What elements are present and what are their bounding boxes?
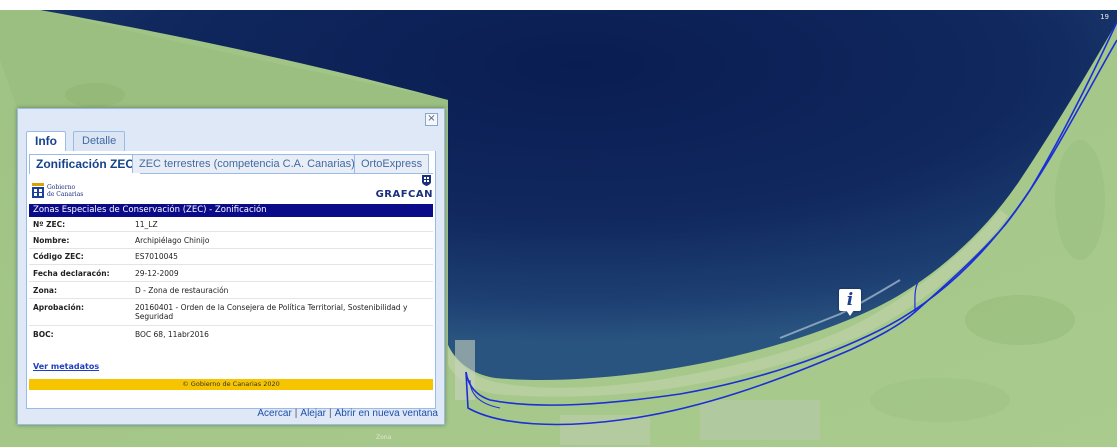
zoom-out-link[interactable]: Alejar xyxy=(300,408,326,419)
field-key: Nombre: xyxy=(33,236,70,245)
popup-content: Zonificación ZEC ZEC terrestres (compete… xyxy=(26,151,436,409)
separator: | xyxy=(328,408,332,419)
table-row: Aprobación: 20160401 - Orden de la Conse… xyxy=(29,299,433,326)
table-row: Nº ZEC: 11_LZ xyxy=(29,217,433,232)
field-value: 11_LZ xyxy=(135,220,158,229)
separator: | xyxy=(294,408,298,419)
info-marker-icon[interactable]: i xyxy=(839,289,861,316)
field-key: Zona: xyxy=(33,286,57,295)
section-title: Zonas Especiales de Conservación (ZEC) -… xyxy=(29,204,433,217)
table-row: Zona: D - Zona de restauración xyxy=(29,282,433,299)
zoom-in-link[interactable]: Acercar xyxy=(257,408,291,419)
field-key: Fecha declaracón: xyxy=(33,269,110,278)
popup-actions: Acercar | Alejar | Abrir en nueva ventana xyxy=(257,408,438,419)
attribute-table: Nº ZEC: 11_LZ Nombre: Archipiélago Chini… xyxy=(29,217,433,343)
close-icon[interactable]: × xyxy=(425,113,438,126)
metadata-link[interactable]: Ver metadatos xyxy=(33,362,99,371)
table-row: Código ZEC: ES7010045 xyxy=(29,249,433,265)
inner-tab-bar: Zonificación ZEC ZEC terrestres (compete… xyxy=(29,153,433,174)
tab-detalle[interactable]: Detalle xyxy=(73,131,126,151)
table-row: Fecha declaracón: 29-12-2009 xyxy=(29,265,433,282)
outer-tab-bar: Info Detalle xyxy=(26,130,436,152)
tab-zonificacion-zec[interactable]: Zonificación ZEC xyxy=(29,154,142,174)
field-key: Aprobación: xyxy=(33,303,84,312)
field-value: D - Zona de restauración xyxy=(135,286,229,295)
logo-bar: Gobierno de Canarias GRAFCAN xyxy=(29,174,433,203)
shield-icon xyxy=(422,175,431,186)
field-key: Nº ZEC: xyxy=(33,220,66,229)
field-value: 29-12-2009 xyxy=(135,269,179,278)
field-key: BOC: xyxy=(33,330,54,339)
table-row: BOC: BOC 68, 11abr2016 xyxy=(29,326,433,343)
tab-info[interactable]: Info xyxy=(26,131,66,152)
tab-ortoexpress[interactable]: OrtoExpress xyxy=(354,154,430,173)
tab-zec-terrestres[interactable]: ZEC terrestres (competencia C.A. Canaria… xyxy=(132,154,362,173)
copyright-footer: © Gobierno de Canarias 2020 xyxy=(29,379,433,390)
map-place-label: Zona xyxy=(376,434,392,441)
field-value: BOC 68, 11abr2016 xyxy=(135,330,209,339)
field-value: ES7010045 xyxy=(135,252,178,261)
gobierno-canarias-logo-icon xyxy=(32,183,44,198)
field-key: Código ZEC: xyxy=(33,252,84,261)
field-value: Archipiélago Chinijo xyxy=(135,236,210,245)
table-row: Nombre: Archipiélago Chinijo xyxy=(29,232,433,249)
info-popup: × Info Detalle Zonificación ZEC ZEC terr… xyxy=(17,108,445,425)
map-coordinate-label: 19 xyxy=(1100,13,1109,21)
gobierno-canarias-logo-text: Gobierno de Canarias xyxy=(47,184,84,198)
open-new-window-link[interactable]: Abrir en nueva ventana xyxy=(335,408,438,419)
field-value: 20160401 - Orden de la Consejera de Polí… xyxy=(135,303,408,321)
grafcan-logo: GRAFCAN xyxy=(375,189,433,200)
